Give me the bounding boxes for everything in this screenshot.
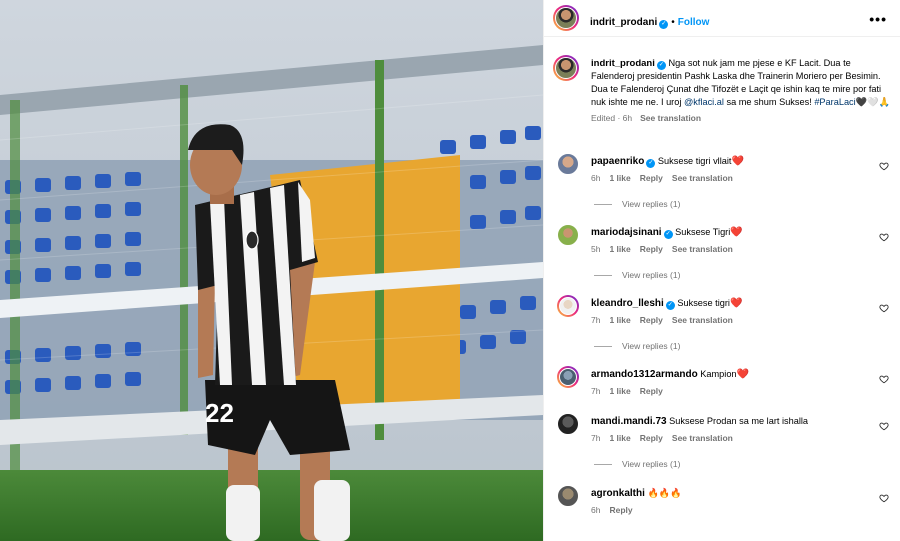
see-translation-button[interactable]: See translation [672, 173, 733, 183]
replies-divider [594, 275, 612, 277]
comment-body: mandi.mandi.73 Suksese Prodan sa me lart… [591, 415, 876, 428]
verified-badge-icon: ✓ [646, 159, 656, 168]
commenter-avatar[interactable] [557, 366, 579, 388]
heart-outline-icon[interactable] [879, 161, 889, 171]
commenter-username[interactable]: papaenriko [591, 156, 644, 167]
comment-meta: 7h 1 like Reply See translation [591, 315, 742, 325]
comment-body: agronkalthi 🔥🔥🔥 [591, 487, 876, 500]
comment-text: Suksese Tigri [675, 227, 731, 237]
separator-dot: • [671, 17, 675, 28]
heart-outline-icon[interactable] [879, 493, 889, 503]
edited-time: Edited · 6h [591, 113, 633, 123]
view-replies-label: View replies (1) [622, 459, 681, 469]
footballer-photo: 22 [0, 0, 543, 541]
heart-outline-icon[interactable] [879, 421, 889, 431]
see-translation-button[interactable]: See translation [672, 315, 733, 325]
red-heart-emoji: ❤️ [736, 369, 749, 380]
reply-button[interactable]: Reply [640, 386, 663, 396]
commenter-username[interactable]: mariodajsinani [591, 227, 662, 238]
comment-body: armando1312armando Kampion❤️ [591, 368, 876, 381]
commenter-username[interactable]: armando1312armando [591, 369, 698, 380]
comment-meta: 7h 1 like Reply See translation [591, 433, 742, 443]
caption-username[interactable]: indrit_prodani [591, 58, 655, 69]
reply-button[interactable]: Reply [609, 505, 632, 515]
comment-body: kleandro_lleshi ✓ Suksese tigri❤️ [591, 297, 876, 310]
view-replies-label: View replies (1) [622, 270, 681, 280]
heart-outline-icon[interactable] [879, 303, 889, 313]
red-heart-emoji: ❤️ [729, 298, 743, 309]
comment-body: papaenriko ✓ Suksese tigri vllait❤️ [591, 155, 876, 168]
author-avatar[interactable] [553, 5, 579, 31]
comment-likes[interactable]: 1 like [609, 433, 630, 443]
comment-text: Suksese Prodan sa me lart ishalla [669, 416, 809, 426]
replies-divider [594, 204, 612, 206]
reply-button[interactable]: Reply [640, 433, 663, 443]
comment-text: 🔥🔥🔥 [647, 488, 682, 498]
comment-meta: 6h 1 like Reply See translation [591, 173, 742, 183]
comment-time: 7h [591, 315, 601, 325]
comment-likes[interactable]: 1 like [609, 315, 630, 325]
comment-time: 6h [591, 505, 601, 515]
mention-link[interactable]: @kflaci.al [684, 97, 724, 107]
post-header: indrit_prodani ✓ • Follow ••• [544, 0, 900, 37]
comment-time: 6h [591, 173, 601, 183]
view-replies-label: View replies (1) [622, 341, 681, 351]
follow-button[interactable]: Follow [678, 17, 710, 28]
comment-body: mariodajsinani ✓ Suksese Tigri❤️ [591, 226, 876, 239]
heart-outline-icon[interactable] [879, 374, 889, 384]
comment-meta: 5h 1 like Reply See translation [591, 244, 742, 254]
author-username[interactable]: indrit_prodani [590, 17, 657, 28]
commenter-avatar[interactable] [557, 224, 579, 246]
comment-meta: 6h Reply [591, 505, 642, 515]
see-translation-button[interactable]: See translation [672, 244, 733, 254]
comment-likes[interactable]: 1 like [609, 244, 630, 254]
comment-time: 7h [591, 433, 601, 443]
view-replies-button[interactable]: View replies (1) [594, 199, 680, 209]
view-replies-label: View replies (1) [622, 199, 681, 209]
caption-avatar[interactable] [553, 55, 579, 81]
commenter-username[interactable]: kleandro_lleshi [591, 298, 664, 309]
commenter-avatar[interactable] [557, 295, 579, 317]
post-photo[interactable]: 22 [0, 0, 543, 541]
commenter-avatar[interactable] [557, 153, 579, 175]
red-heart-emoji: ❤️ [731, 156, 744, 167]
verified-badge-icon: ✓ [665, 301, 675, 310]
comment-text: Suksese tigri vllait [657, 156, 732, 166]
caption-emojis: 🖤🤍🙏 [855, 97, 891, 107]
hashtag-link[interactable]: #ParaLaci [814, 97, 855, 107]
reply-button[interactable]: Reply [640, 244, 663, 254]
comment-meta: 7h 1 like Reply [591, 386, 672, 396]
post-side-panel: indrit_prodani ✓ • Follow ••• indrit_prodan… [543, 0, 900, 541]
more-options-icon[interactable]: ••• [869, 11, 887, 27]
comment-time: 7h [591, 386, 601, 396]
verified-badge-icon: ✓ [656, 61, 666, 70]
comment-likes[interactable]: 1 like [609, 173, 630, 183]
see-translation-button[interactable]: See translation [640, 113, 701, 123]
comment-text: Kampion [700, 369, 737, 379]
commenter-avatar[interactable] [557, 485, 579, 507]
view-replies-button[interactable]: View replies (1) [594, 459, 680, 469]
reply-button[interactable]: Reply [640, 315, 663, 325]
heart-outline-icon[interactable] [879, 232, 889, 242]
post-caption: indrit_prodani ✓ Nga sot nuk jam me pjese… [591, 57, 891, 125]
view-replies-button[interactable]: View replies (1) [594, 270, 680, 280]
comment-likes[interactable]: 1 like [609, 386, 630, 396]
view-replies-button[interactable]: View replies (1) [594, 341, 680, 351]
caption-text-end: sa me shum Sukses! [723, 97, 812, 107]
replies-divider [594, 346, 612, 348]
comment-time: 5h [591, 244, 601, 254]
comment-text: Suksese tigri [677, 298, 730, 308]
reply-button[interactable]: Reply [640, 173, 663, 183]
verified-badge-icon: ✓ [663, 230, 673, 239]
commenter-username[interactable]: agronkalthi [591, 488, 645, 499]
commenter-avatar[interactable] [557, 413, 579, 435]
see-translation-button[interactable]: See translation [672, 433, 733, 443]
commenter-username[interactable]: mandi.mandi.73 [591, 416, 667, 427]
verified-badge-icon: ✓ [659, 20, 669, 29]
red-heart-emoji: ❤️ [730, 227, 743, 238]
replies-divider [594, 464, 612, 466]
shorts-number: 22 [205, 398, 234, 428]
